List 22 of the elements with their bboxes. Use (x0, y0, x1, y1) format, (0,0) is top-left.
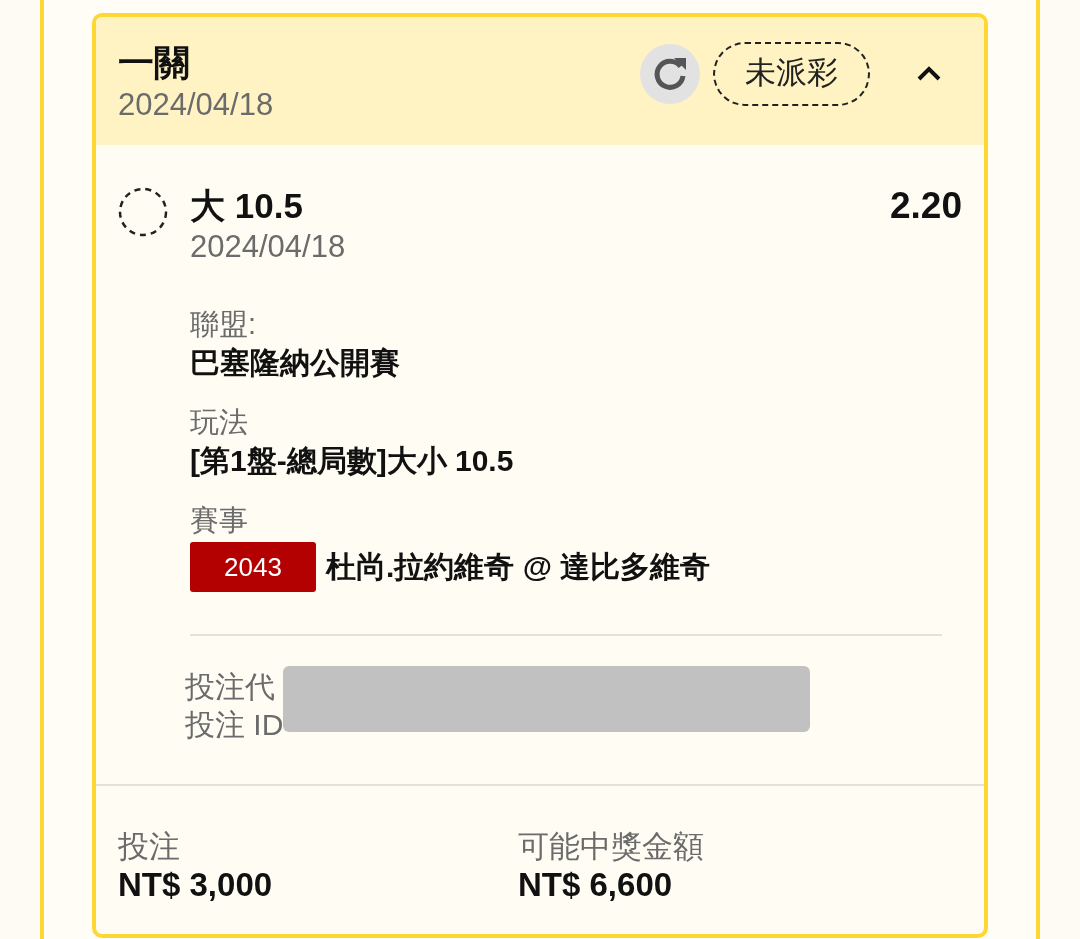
bet-date: 2024/04/18 (118, 86, 274, 124)
detail-label: 賽事 (190, 503, 249, 538)
amount-value: NT$ 3,000 (118, 866, 274, 904)
selection-name: 大 10.5 (190, 185, 303, 227)
dashed-circle-icon (118, 187, 168, 237)
amount-value: NT$ 6,600 (518, 866, 674, 904)
detail-label: 玩法 (190, 405, 249, 440)
detail-value: 杜尚.拉約維奇 @ 達比多維奇 (326, 549, 711, 585)
bet-type-title: 一關 (118, 41, 191, 85)
status-badge: 未派彩 (713, 42, 870, 106)
detail-value: 巴塞隆納公開賽 (190, 345, 401, 381)
amount-label: 投注 (118, 828, 181, 866)
detail-value: [第1盤-總局數]大小 10.5 (190, 443, 515, 479)
amount-label: 可能中獎金額 (518, 828, 705, 866)
chevron-up-icon[interactable] (916, 66, 942, 82)
odds-value: 2.20 (890, 185, 962, 227)
detail-label: 聯盟: (190, 307, 258, 342)
selection-date: 2024/04/18 (190, 228, 347, 266)
refresh-button[interactable] (640, 44, 700, 104)
reference-text: 投注代 (185, 669, 276, 705)
match-code-badge: 2043 (190, 542, 316, 592)
reference-text: 投注 ID (185, 707, 284, 743)
